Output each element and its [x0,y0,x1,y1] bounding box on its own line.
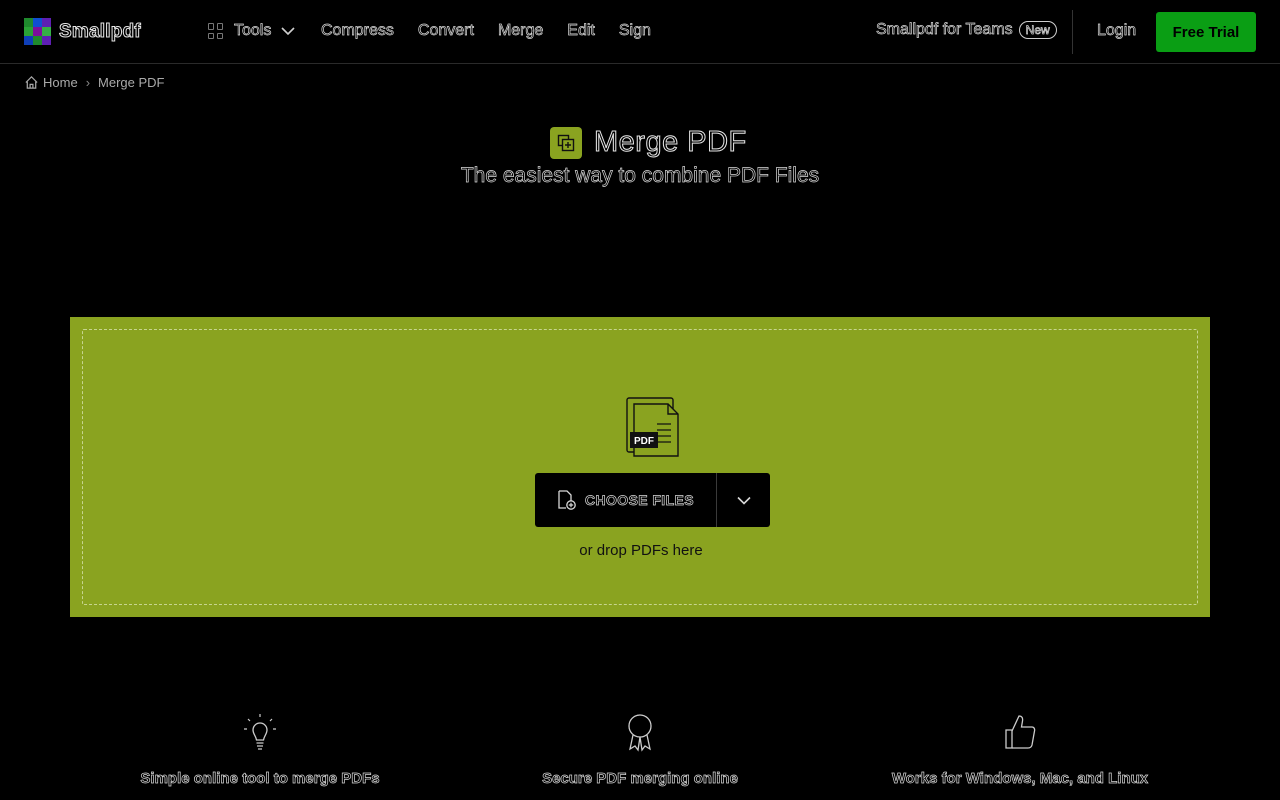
lightbulb-icon [244,714,276,750]
nav-compress[interactable]: Compress [321,22,395,40]
nav-sign[interactable]: Sign [619,22,652,40]
drop-hint: or drop PDFs here [579,542,703,559]
nav-convert[interactable]: Convert [418,22,475,40]
feature-label: Works for Windows, Mac, and Linux [891,770,1149,788]
brand-name: Smallpdf [59,20,142,42]
pdf-badge: PDF [634,436,654,447]
home-icon [25,76,38,89]
logo-tile [24,27,33,36]
breadcrumb-current: Merge PDF [98,75,165,90]
logo-tile [24,18,33,27]
thumbs-up-icon [1005,715,1036,749]
logo-tile [42,18,51,27]
merge-pdf-icon [550,126,582,159]
add-file-icon [558,490,576,510]
file-source-dropdown-button[interactable] [717,473,770,527]
logo-tile [33,36,42,45]
pdf-documents-icon: PDF [626,397,679,457]
dropzone-dashed-area[interactable]: PDF CHOOSE FILES or drop PDFs here [82,329,1198,605]
breadcrumb-home-label: Home [43,75,78,90]
feature-label: Secure PDF merging online [542,770,739,788]
smallpdf-logo[interactable]: Smallpdf [24,18,141,45]
logo-mark-icon [24,18,51,45]
file-dropzone[interactable]: PDF CHOOSE FILES or drop PDFs here [70,317,1210,617]
grid-icon [208,23,224,39]
feature-secure: Secure PDF merging online [450,712,830,787]
page-title-row: Merge PDF [550,126,747,159]
logo-tile [33,27,42,36]
nav-edit[interactable]: Edit [567,22,595,40]
logo-tile [42,27,51,36]
logo-tile [42,36,51,45]
award-ribbon-icon [628,714,652,752]
top-navigation-bar: Smallpdf Tools Compress Convert Merge Ed… [0,0,1280,64]
breadcrumb: Home › Merge PDF [24,75,165,90]
chevron-down-icon [281,27,295,36]
login-link[interactable]: Login [1097,22,1137,40]
breadcrumb-separator: › [85,75,91,90]
smallpdf-for-teams-link[interactable]: Smallpdf for Teams New [876,21,1057,39]
choose-files-button[interactable]: CHOOSE FILES [535,473,716,527]
new-badge: New [1018,21,1057,39]
feature-label: Simple online tool to merge PDFs [140,770,380,788]
chevron-down-icon [736,496,751,505]
choose-files-label: CHOOSE FILES [584,492,695,509]
logo-tile [33,18,42,27]
header-divider [1072,10,1073,54]
page-subtitle: The easiest way to combine PDF Files [460,164,820,188]
tools-label: Tools [234,22,272,40]
main-nav: Compress Convert Merge Edit Sign [321,22,652,40]
feature-simple: Simple online tool to merge PDFs [70,712,450,787]
teams-label: Smallpdf for Teams [876,21,1013,39]
breadcrumb-home-link[interactable]: Home [24,75,78,90]
logo-tile [24,36,33,45]
free-trial-button[interactable]: Free Trial [1156,12,1256,52]
nav-merge[interactable]: Merge [498,22,544,40]
tools-menu-button[interactable]: Tools [208,22,295,40]
page-title: Merge PDF [594,126,747,159]
feature-cross-platform: Works for Windows, Mac, and Linux [830,712,1210,787]
